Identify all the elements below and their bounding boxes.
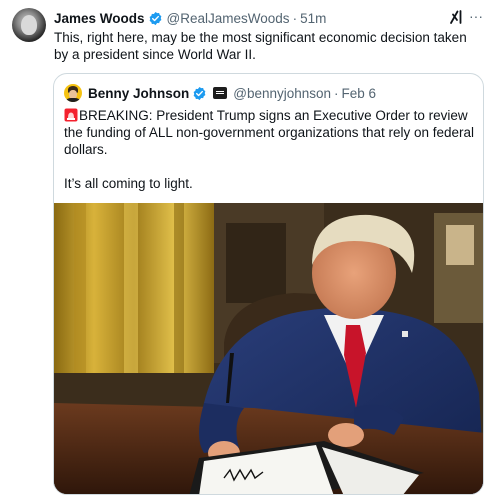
separator-dot: · [334, 85, 339, 101]
quoted-author-avatar[interactable] [64, 84, 82, 102]
grok-icon[interactable] [448, 9, 464, 25]
author-avatar[interactable] [12, 8, 46, 42]
quoted-post-timestamp[interactable]: Feb 6 [342, 86, 377, 101]
quoted-tweet-header: Benny Johnson @bennyjohnson · Feb 6 [64, 84, 376, 102]
quoted-author-name[interactable]: Benny Johnson [88, 86, 189, 101]
avatar-shirt [66, 98, 80, 102]
photo-illustration [54, 203, 483, 494]
avatar-face [21, 15, 37, 35]
quoted-text-line1: BREAKING: President Trump signs an Execu… [64, 108, 475, 157]
quoted-text-paragraph: BREAKING: President Trump signs an Execu… [64, 107, 476, 158]
quoted-author-handle[interactable]: @bennyjohnson [233, 86, 331, 101]
verified-badge-icon [148, 11, 163, 26]
separator-dot: · [292, 10, 298, 26]
affiliation-badge-icon [213, 87, 228, 99]
quoted-text-line2: It’s all coming to light. [64, 176, 193, 191]
quoted-tweet-text: BREAKING: President Trump signs an Execu… [64, 107, 476, 192]
verified-badge-icon [192, 86, 207, 101]
author-handle[interactable]: @RealJamesWoods [167, 11, 290, 26]
more-options-icon[interactable]: ··· [468, 8, 484, 24]
author-name[interactable]: James Woods [54, 11, 145, 26]
quoted-tweet-photo[interactable] [54, 203, 483, 494]
tweet[interactable]: James Woods @RealJamesWoods · 51m ··· Th… [0, 0, 487, 500]
tweet-header: James Woods @RealJamesWoods · 51m [54, 9, 326, 27]
tweet-text: This, right here, may be the most signif… [54, 30, 467, 62]
post-timestamp[interactable]: 51m [300, 11, 326, 26]
quoted-tweet[interactable]: Benny Johnson @bennyjohnson · Feb 6 BREA… [53, 73, 484, 495]
police-light-emoji-icon [64, 108, 78, 122]
